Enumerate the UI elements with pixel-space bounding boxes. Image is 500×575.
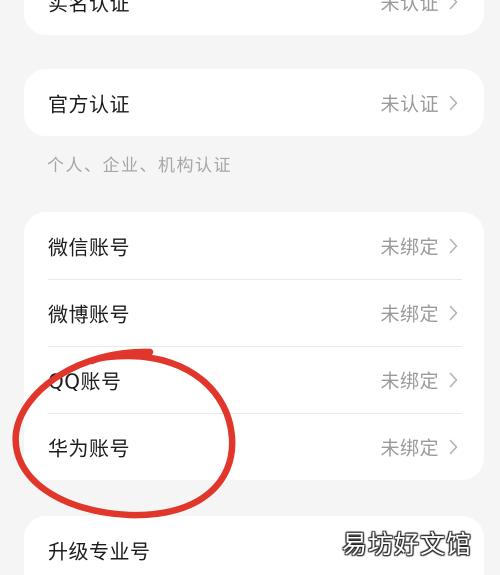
huawei-account-row[interactable]: 华为账号 未绑定 [24,413,484,480]
chevron-right-icon [449,372,458,387]
qq-account-label: QQ账号 [48,369,122,393]
chevron-right-icon [449,238,458,253]
wechat-account-label: 微信账号 [48,235,130,259]
official-card: 官方认证 未认证 [24,69,484,136]
linked-accounts-card: 微信账号 未绑定 微博账号 未绑定 QQ账号 未绑定 华为账号 未绑定 [24,212,484,480]
upgrade-label: 升级专业号 [48,539,151,563]
chevron-right-icon [449,95,458,110]
account-settings-page: 实名认证 未认证 官方认证 未认证 个人、企业、机构认证 微信账号 未绑定 微博… [0,0,500,575]
qq-account-row[interactable]: QQ账号 未绑定 [24,346,484,413]
real-name-label: 实名认证 [48,0,130,15]
official-label: 官方认证 [48,92,130,116]
chevron-right-icon [449,305,458,320]
huawei-account-status: 未绑定 [380,437,439,459]
real-name-status: 未认证 [380,0,439,14]
wechat-account-row[interactable]: 微信账号 未绑定 [24,212,484,279]
watermark-text: 易坊好文馆 [341,530,472,559]
huawei-account-label: 华为账号 [48,436,130,460]
chevron-right-icon [449,439,458,454]
official-caption: 个人、企业、机构认证 [47,156,232,176]
qq-account-status: 未绑定 [380,370,439,392]
official-status: 未认证 [380,93,439,115]
official-row[interactable]: 官方认证 未认证 [24,69,484,136]
real-name-card: 实名认证 未认证 [24,0,484,35]
weibo-account-label: 微博账号 [48,302,130,326]
weibo-account-status: 未绑定 [380,303,439,325]
wechat-account-status: 未绑定 [380,236,439,258]
real-name-row[interactable]: 实名认证 未认证 [24,0,484,35]
chevron-right-icon [449,0,458,9]
weibo-account-row[interactable]: 微博账号 未绑定 [24,279,484,346]
